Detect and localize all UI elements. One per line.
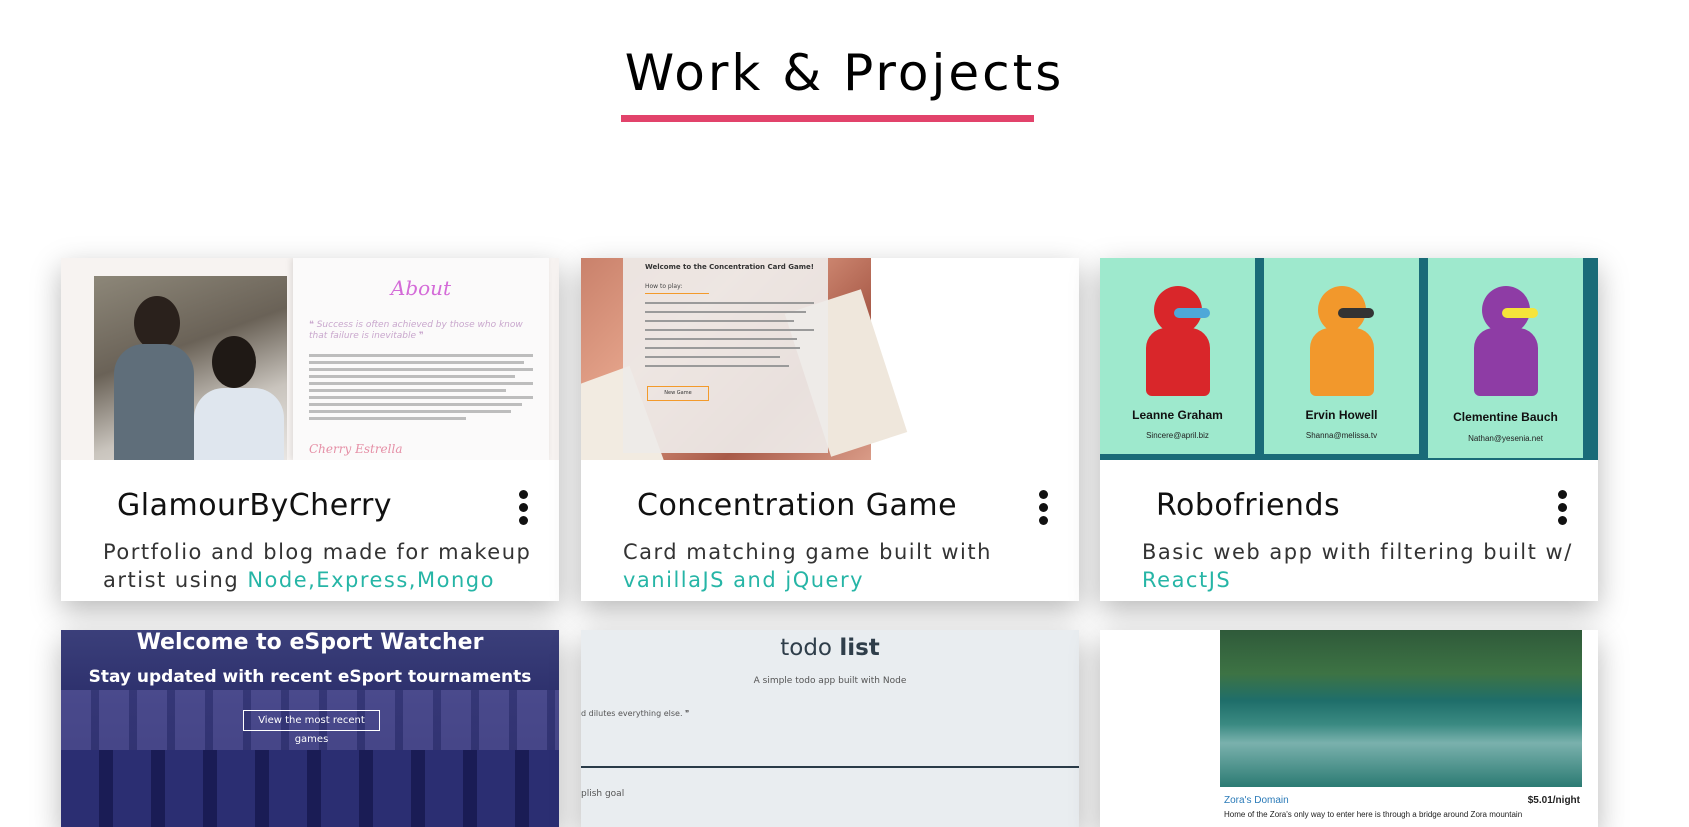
game-subheading: How to play: <box>645 283 683 290</box>
card-title[interactable]: Concentration Game <box>637 488 957 523</box>
todo-divider <box>581 766 1079 768</box>
new-game-button: New Game <box>647 386 709 401</box>
esport-subtitle: Stay updated with recent eSport tourname… <box>88 667 532 687</box>
team-logos-row <box>61 750 559 827</box>
robot-card: Clementine Bauch Nathan@yesenia.net <box>1428 258 1583 458</box>
section-title: Work & Projects <box>624 44 1065 102</box>
robot-avatar <box>1304 278 1380 396</box>
robot-card: Leanne Graham Sincere@april.biz <box>1100 258 1255 454</box>
robot-name: Leanne Graham <box>1132 408 1223 422</box>
more-vert-icon[interactable] <box>1037 490 1049 526</box>
about-quote: ❝ Success is often achieved by those who… <box>309 320 523 341</box>
todo-subtitle: A simple todo app built with Node <box>753 676 907 686</box>
title-underline <box>621 115 1034 122</box>
todo-title: todo list <box>581 635 1079 661</box>
project-card-robofriends[interactable]: Leanne Graham Sincere@april.biz Ervin Ho… <box>1100 258 1598 601</box>
card-description: Portfolio and blog made for makeup artis… <box>103 538 539 594</box>
project-card-concentration-game[interactable]: Welcome to the Concentration Card Game! … <box>581 258 1079 601</box>
makeup-photo <box>94 276 287 460</box>
card-title[interactable]: GlamourByCherry <box>117 488 392 523</box>
card-tech-stack: Node,Express,Mongo <box>247 568 495 592</box>
place-price: $5.01/night <box>1527 795 1580 806</box>
project-card-glamourbycherry[interactable]: About ❝ Success is often achieved by tho… <box>61 258 559 601</box>
game-instruction-lines <box>645 302 814 374</box>
project-image[interactable]: Welcome to eSport Watcher Stay updated w… <box>61 630 559 827</box>
robot-avatar <box>1468 278 1544 396</box>
card-title[interactable]: Robofriends <box>1156 488 1340 523</box>
todo-title-light: todo <box>780 635 840 661</box>
game-divider <box>645 293 709 294</box>
about-text-lines <box>309 354 533 424</box>
place-description: Home of the Zora's only way to enter her… <box>1224 810 1523 819</box>
robot-card: Ervin Howell Shanna@melissa.tv <box>1264 258 1419 454</box>
robot-avatar <box>1140 278 1216 396</box>
project-card-todo-list[interactable]: todo list A simple todo app built with N… <box>581 630 1079 827</box>
project-image[interactable]: todo list A simple todo app built with N… <box>581 630 1079 827</box>
lake-photo <box>1220 630 1582 787</box>
todo-goal: plish goal <box>581 789 625 799</box>
card-content: GlamourByCherry Portfolio and blog made … <box>61 460 559 601</box>
game-heading: Welcome to the Concentration Card Game! <box>645 263 814 271</box>
card-content: Robofriends Basic web app with filtering… <box>1100 460 1598 601</box>
robot-name: Clementine Bauch <box>1453 410 1558 424</box>
project-card-esport-watcher[interactable]: Welcome to eSport Watcher Stay updated w… <box>61 630 559 827</box>
about-signature: Cherry Estrella <box>309 442 403 456</box>
todo-quote: d dilutes everything else. ❞ <box>581 709 690 718</box>
project-image[interactable]: Leanne Graham Sincere@april.biz Ervin Ho… <box>1100 258 1598 460</box>
card-tech-stack: ReactJS <box>1142 568 1232 592</box>
project-image[interactable]: Zora's Domain $5.01/night Home of the Zo… <box>1100 630 1598 827</box>
robot-email: Nathan@yesenia.net <box>1468 434 1543 443</box>
project-card-campgrounds[interactable]: Zora's Domain $5.01/night Home of the Zo… <box>1100 630 1598 827</box>
game-instructions-panel: Welcome to the Concentration Card Game! … <box>623 258 828 453</box>
robot-email: Sincere@april.biz <box>1146 431 1209 440</box>
card-tech-stack: vanillaJS and jQuery <box>623 568 865 592</box>
view-games-button: View the most recent games <box>243 710 380 745</box>
card-description: Card matching game built with vanillaJS … <box>623 538 1059 594</box>
place-name: Zora's Domain <box>1224 795 1289 806</box>
esport-title: Welcome to eSport Watcher <box>136 630 484 655</box>
robot-name: Ervin Howell <box>1305 408 1378 422</box>
card-description-text: Basic web app with filtering built w/ <box>1142 540 1573 564</box>
robot-email: Shanna@melissa.tv <box>1305 431 1378 440</box>
about-panel: About ❝ Success is often achieved by tho… <box>293 258 549 460</box>
project-image[interactable]: Welcome to the Concentration Card Game! … <box>581 258 1079 460</box>
more-vert-icon[interactable] <box>1556 490 1568 526</box>
todo-title-bold: list <box>839 635 880 661</box>
card-description-text: Card matching game built with <box>623 540 992 564</box>
more-vert-icon[interactable] <box>517 490 529 526</box>
project-image[interactable]: About ❝ Success is often achieved by tho… <box>61 258 559 460</box>
about-heading: About <box>390 276 452 300</box>
card-description: Basic web app with filtering built w/ Re… <box>1142 538 1578 594</box>
projects-section: Work & Projects About ❝ Success is often… <box>0 0 1689 827</box>
card-content: Concentration Game Card matching game bu… <box>581 460 1079 601</box>
